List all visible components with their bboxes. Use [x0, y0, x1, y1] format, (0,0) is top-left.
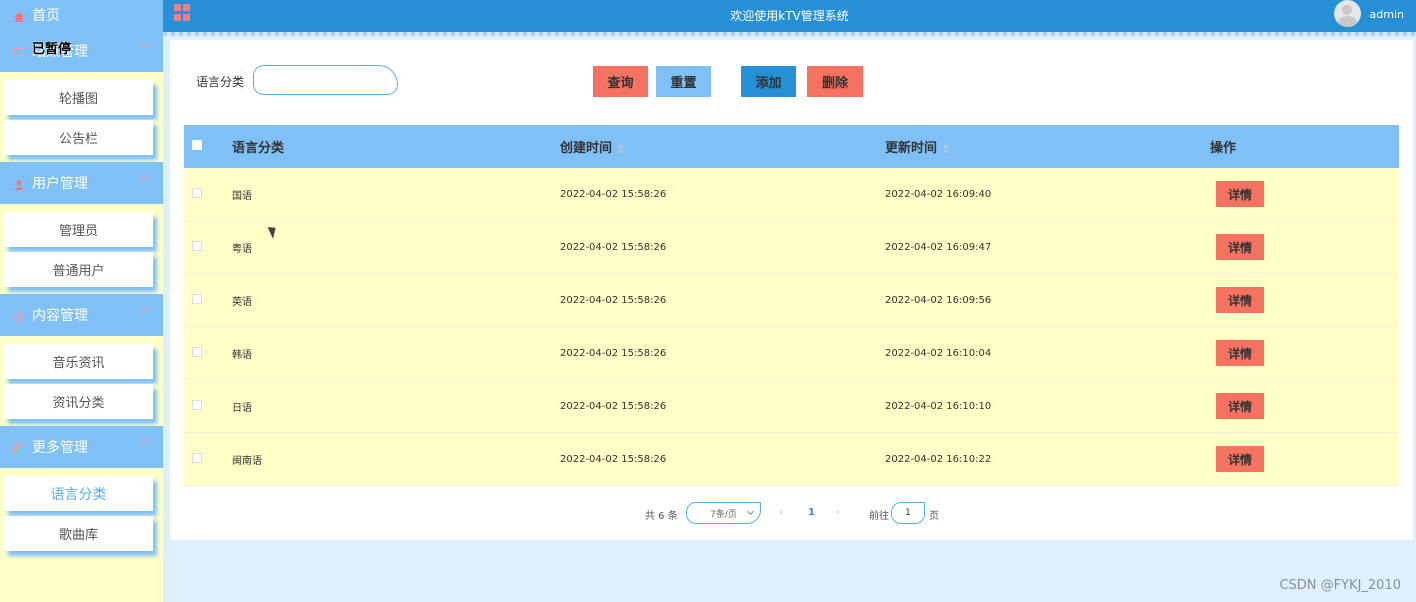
cell-created: 2022-04-02 15:58:26 [560, 241, 667, 253]
sidebar-item-label: 首页 [32, 8, 60, 24]
detail-button[interactable]: 详情 [1216, 393, 1264, 419]
cell-created: 2022-04-02 15:58:26 [560, 453, 667, 465]
table-row: 韩语 2022-04-02 15:58:26 2022-04-02 16:10:… [184, 327, 1399, 380]
username[interactable]: admin [1370, 8, 1404, 21]
column-header-updated[interactable]: 更新时间 [885, 137, 950, 156]
cell-updated: 2022-04-02 16:10:04 [885, 347, 992, 359]
data-table: 语言分类 创建时间 更新时间 操作 国语 2022-04-02 15:58:26… [184, 125, 1399, 486]
cell-name: 国语 [232, 190, 252, 202]
column-header-name: 语言分类 [232, 141, 285, 156]
row-checkbox[interactable] [192, 399, 202, 410]
cell-name: 闽南语 [232, 455, 262, 467]
target-icon [14, 310, 24, 322]
prev-page-button[interactable]: ‹ [779, 507, 783, 518]
sidebar-group-label: 内容管理 [32, 308, 88, 324]
detail-button[interactable]: 详情 [1216, 340, 1264, 366]
language-category-input[interactable] [253, 65, 398, 95]
main-panel: 语言分类 查询 重置 添加 删除 语言分类 创建时间 更新时间 操作 国语 20… [170, 40, 1413, 540]
sidebar-item-news-category[interactable]: 资讯分类 [4, 384, 153, 419]
cell-updated: 2022-04-02 16:09:40 [885, 188, 992, 200]
page-size-select[interactable]: 7条/页 [686, 502, 761, 524]
cell-created: 2022-04-02 15:58:26 [560, 188, 667, 200]
detail-button[interactable]: 详情 [1216, 446, 1264, 472]
pagination-total: 共 6 条 [645, 511, 678, 522]
cell-created: 2022-04-02 15:58:26 [560, 294, 667, 306]
page-title: 欢迎使用kTV管理系统 [730, 9, 849, 23]
filter-label: 语言分类 [196, 75, 245, 89]
sidebar-item-song-library[interactable]: 歌曲库 [4, 516, 153, 551]
sidebar-item-carousel[interactable]: 轮播图 [4, 80, 153, 115]
goto-unit-label: 页 [929, 511, 939, 522]
top-header: 欢迎使用kTV管理系统 admin [163, 0, 1416, 32]
sidebar-item-home[interactable]: 首页 [0, 0, 163, 30]
sidebar-group-label: 用户管理 [32, 176, 88, 192]
column-header-label: 更新时间 [885, 141, 938, 156]
search-button[interactable]: 查询 [593, 66, 648, 97]
goto-label: 前往 [869, 511, 889, 522]
row-checkbox[interactable] [192, 293, 202, 304]
cell-updated: 2022-04-02 16:10:10 [885, 400, 992, 412]
cell-name: 粤语 [232, 243, 252, 255]
avatar-icon[interactable] [1334, 0, 1361, 27]
sidebar-item-regular-users[interactable]: 普通用户 [4, 252, 153, 287]
copy-icon [14, 442, 24, 454]
sidebar-item-music-news[interactable]: 音乐资讯 [4, 344, 153, 379]
header-divider [163, 32, 1416, 36]
column-header-created[interactable]: 创建时间 [560, 137, 625, 156]
table-row: 日语 2022-04-02 15:58:26 2022-04-02 16:10:… [184, 380, 1399, 433]
sidebar-group-content[interactable]: 内容管理 [0, 294, 163, 336]
add-button[interactable]: 添加 [741, 66, 796, 97]
cell-updated: 2022-04-02 16:09:56 [885, 294, 992, 306]
chevron-up-icon [139, 438, 151, 450]
sidebar-group-users[interactable]: 用户管理 [0, 162, 163, 204]
cell-updated: 2022-04-02 16:09:47 [885, 241, 992, 253]
cell-name: 日语 [232, 402, 252, 414]
cell-name: 韩语 [232, 349, 252, 361]
reset-button[interactable]: 重置 [656, 66, 711, 97]
sidebar: 首页 站点管理 已暂停 轮播图 公告栏 用户管理 管理员 普通用户 内容管理 音… [0, 0, 163, 602]
sidebar-group-label: 更多管理 [32, 440, 88, 456]
sort-icon[interactable] [618, 143, 625, 154]
table-row: 英语 2022-04-02 15:58:26 2022-04-02 16:09:… [184, 274, 1399, 327]
paused-overlay: 已暂停 [32, 42, 72, 57]
select-all-checkbox[interactable] [192, 140, 202, 150]
sidebar-item-language-category[interactable]: 语言分类 [4, 476, 153, 511]
delete-button[interactable]: 删除 [807, 66, 863, 97]
table-row: 国语 2022-04-02 15:58:26 2022-04-02 16:09:… [184, 168, 1399, 221]
page-number-current[interactable]: 1 [808, 507, 815, 518]
monitor-icon [14, 46, 24, 59]
goto-page-input[interactable]: 1 [891, 502, 925, 524]
cell-name: 英语 [232, 296, 252, 308]
table-row: 闽南语 2022-04-02 15:58:26 2022-04-02 16:10… [184, 433, 1399, 486]
sidebar-item-notice[interactable]: 公告栏 [4, 120, 153, 155]
column-header-action: 操作 [1210, 141, 1237, 156]
sidebar-group-more[interactable]: 更多管理 [0, 426, 163, 468]
pagination: 共 6 条 7条/页 ‹ 1 › 前往 1 页 [170, 502, 1413, 524]
cell-updated: 2022-04-02 16:10:22 [885, 453, 992, 465]
sidebar-group-site[interactable]: 站点管理 [0, 30, 163, 72]
chevron-down-icon [746, 507, 755, 516]
page-size-value: 7条/页 [710, 509, 737, 520]
user-icon [14, 178, 24, 190]
cell-created: 2022-04-02 15:58:26 [560, 400, 667, 412]
detail-button[interactable]: 详情 [1216, 181, 1264, 207]
sidebar-item-admins[interactable]: 管理员 [4, 212, 153, 247]
column-header-label: 创建时间 [560, 141, 613, 156]
table-header: 语言分类 创建时间 更新时间 操作 [184, 125, 1399, 168]
chevron-up-icon [139, 174, 151, 186]
detail-button[interactable]: 详情 [1216, 234, 1264, 260]
chevron-up-icon [139, 306, 151, 318]
row-checkbox[interactable] [192, 452, 202, 463]
home-icon [14, 10, 24, 22]
table-row: 粤语 2022-04-02 15:58:26 2022-04-02 16:09:… [184, 221, 1399, 274]
row-checkbox[interactable] [192, 240, 202, 251]
next-page-button[interactable]: › [836, 507, 840, 518]
detail-button[interactable]: 详情 [1216, 287, 1264, 313]
row-checkbox[interactable] [192, 187, 202, 198]
chevron-up-icon [139, 42, 151, 54]
watermark: CSDN @FYKJ_2010 [1279, 578, 1401, 593]
cell-created: 2022-04-02 15:58:26 [560, 347, 667, 359]
sort-icon[interactable] [943, 143, 950, 154]
row-checkbox[interactable] [192, 346, 202, 357]
